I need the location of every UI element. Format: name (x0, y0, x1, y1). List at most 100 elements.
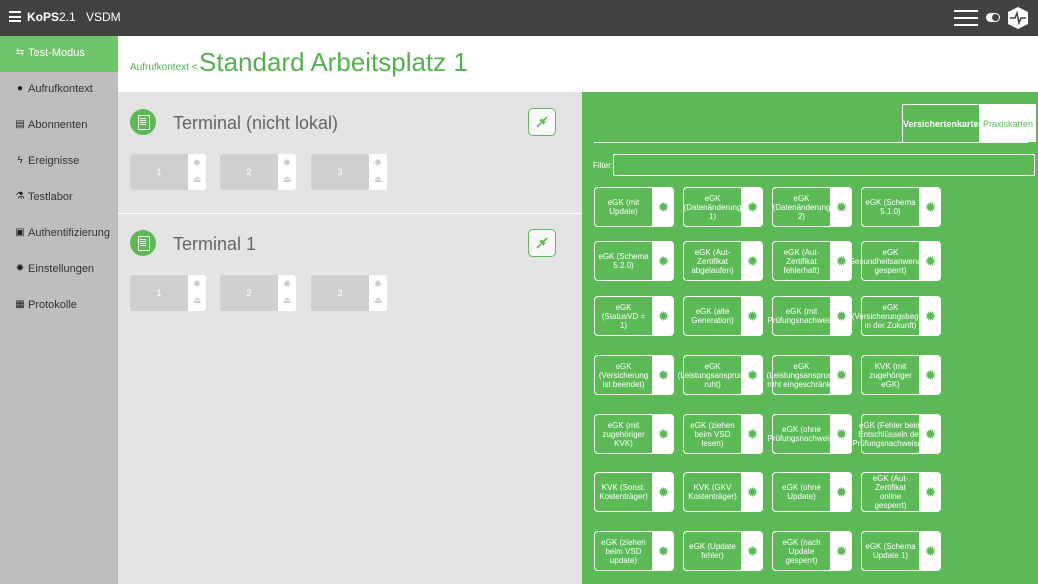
gear-icon[interactable]: ✹ (282, 159, 292, 169)
gear-icon[interactable]: ✹ (653, 414, 674, 454)
gear-icon[interactable]: ✹ (653, 472, 674, 512)
menu-icon[interactable] (9, 11, 21, 22)
app-version: 2.1 (59, 10, 76, 24)
card-item[interactable]: eGK (Datenänderung 2) ✹ (772, 187, 852, 227)
gear-icon[interactable]: ✹ (742, 241, 763, 281)
tab-versichertenkarten[interactable]: Versichertenkarten (902, 104, 984, 142)
card-label: eGK (ziehen beim VSD update) (594, 531, 653, 571)
terminal-icon (130, 230, 156, 256)
eject-icon[interactable]: ⏏ (373, 295, 383, 305)
connect-plug-button[interactable] (528, 108, 556, 136)
gear-icon[interactable]: ✹ (920, 187, 941, 227)
gear-icon[interactable]: ✹ (920, 414, 941, 454)
card-item[interactable]: eGK (Leistungsanspruch ruht) ✹ (678, 355, 763, 395)
gear-icon[interactable]: ✹ (742, 187, 763, 227)
slot-number: 1 (130, 275, 188, 311)
card-item[interactable]: eGK (ziehen beim VSD update) ✹ (594, 531, 674, 571)
gear-icon[interactable]: ✹ (192, 280, 202, 290)
gear-icon[interactable]: ✹ (653, 241, 674, 281)
card-slot[interactable]: 3 ✹ ⏏ (311, 275, 387, 311)
sidebar-item-authentifizierung[interactable]: ▣ Authentifizierung (0, 216, 118, 252)
gear-icon[interactable]: ✹ (742, 531, 763, 571)
card-item[interactable]: eGK (Leistungsanspruch ruht eingeschränk… (767, 355, 852, 395)
card-item[interactable]: eGK (Schema Update 1) ✹ (861, 531, 941, 571)
sidebar-item-abonnenten[interactable]: ▤ Abonnenten (0, 108, 118, 144)
card-slot[interactable]: 1 ✹ ⏏ (130, 275, 206, 311)
card-item[interactable]: eGK (nach Update gesperrt) ✹ (772, 531, 852, 571)
gear-icon[interactable]: ✹ (373, 280, 383, 290)
gear-icon[interactable]: ✹ (192, 159, 202, 169)
gear-icon[interactable]: ✹ (831, 472, 852, 512)
card-item[interactable]: eGK (Versicherung ist beendet) ✹ (594, 355, 674, 395)
gear-icon[interactable]: ✹ (653, 296, 674, 336)
filter-input[interactable] (613, 154, 1035, 176)
gear-icon[interactable]: ✹ (920, 531, 941, 571)
card-slot[interactable]: 2 ✹ ⏏ (220, 154, 296, 190)
card-label: eGK (nach Update gesperrt) (772, 531, 831, 571)
card-item[interactable]: eGK (Schema 5.2.0) ✹ (594, 241, 674, 281)
gear-icon[interactable]: ✹ (282, 280, 292, 290)
card-item[interactable]: eGK (Fehler beim Entschlüsseln des Prüfu… (852, 414, 941, 454)
gear-icon[interactable]: ✹ (831, 531, 852, 571)
card-slot[interactable]: 3 ✹ ⏏ (311, 154, 387, 190)
card-item[interactable]: KVK (Sonst. Kostenträger) ✹ (594, 472, 674, 512)
gear-icon[interactable]: ✹ (831, 296, 852, 336)
gear-icon[interactable]: ✹ (742, 472, 763, 512)
heartbeat-logo-icon[interactable] (1006, 6, 1030, 30)
card-item[interactable]: eGK (Schema 5.1.0) ✹ (861, 187, 941, 227)
card-item[interactable]: eGK (ohne Update) ✹ (772, 472, 852, 512)
sidebar-item-test-modus[interactable]: ⇆ Test-Modus (0, 36, 118, 72)
gear-icon[interactable]: ✹ (742, 414, 763, 454)
gear-icon[interactable]: ✹ (920, 472, 941, 512)
gear-icon[interactable]: ✹ (653, 531, 674, 571)
card-item[interactable]: eGK (mit Update) ✹ (594, 187, 674, 227)
sidebar-item-testlabor[interactable]: ⚗ Testlabor (0, 180, 118, 216)
card-label: eGK (ziehen beim VSD lesen) (683, 414, 742, 454)
card-item[interactable]: eGK (Datenänderung 1) ✹ (683, 187, 763, 227)
gear-icon[interactable]: ✹ (653, 187, 674, 227)
eject-icon[interactable]: ⏏ (373, 174, 383, 184)
gear-icon[interactable]: ✹ (920, 355, 941, 395)
gear-icon[interactable]: ✹ (831, 414, 852, 454)
card-label: eGK (Aut-Zertifikat fehlerhaft) (772, 241, 831, 281)
auth-icon: ▣ (15, 227, 25, 238)
card-item[interactable]: eGK (ohne Prüfungsnachweis) ✹ (767, 414, 852, 454)
card-slot[interactable]: 1 ✹ ⏏ (130, 154, 206, 190)
gear-icon[interactable]: ✹ (831, 187, 852, 227)
card-item[interactable]: eGK (Aut-Zertifikat fehlerhaft) ✹ (772, 241, 852, 281)
connect-plug-button[interactable] (528, 229, 556, 257)
card-item[interactable]: eGK (Gesundheitsanwendung gesperrt) ✹ (846, 241, 941, 281)
card-item[interactable]: eGK (mit Prüfungsnachweis) ✹ (767, 296, 852, 336)
gear-icon[interactable]: ✹ (831, 355, 852, 395)
card-item[interactable]: eGK (Versicherungsbeginn in der Zukunft)… (852, 296, 941, 336)
card-item[interactable]: eGK (ziehen beim VSD lesen) ✹ (683, 414, 763, 454)
eject-icon[interactable]: ⏏ (192, 295, 202, 305)
eject-icon[interactable]: ⏏ (282, 174, 292, 184)
eject-icon[interactable]: ⏏ (192, 174, 202, 184)
gear-icon[interactable]: ✹ (373, 159, 383, 169)
gear-icon[interactable]: ✹ (653, 355, 674, 395)
sidebar-item-protokolle[interactable]: ▦ Protokolle (0, 288, 118, 324)
list-view-icon[interactable] (954, 8, 978, 28)
eject-icon[interactable]: ⏏ (282, 295, 292, 305)
card-item[interactable]: eGK (StatusVD = 1) ✹ (594, 296, 674, 336)
card-item[interactable]: eGK (alte Generation) ✹ (683, 296, 763, 336)
gear-icon[interactable]: ✹ (920, 241, 941, 281)
gear-icon[interactable]: ✹ (920, 296, 941, 336)
card-item[interactable]: eGK (Aut-Zertifikat abgelaufen) ✹ (683, 241, 763, 281)
sidebar-item-einstellungen[interactable]: ✹ Einstellungen (0, 252, 118, 288)
sidebar-item-ereignisse[interactable]: ϟ Ereignisse (0, 144, 118, 180)
tab-praxiskarten[interactable]: Praxiskarten (980, 104, 1036, 142)
sidebar-item-aufrufkontext[interactable]: ● Aufrufkontext (0, 72, 118, 108)
gear-icon[interactable]: ✹ (742, 355, 763, 395)
card-item[interactable]: KVK (mit zugehöriger eGK) ✹ (861, 355, 941, 395)
card-label: eGK (Datenänderung 1) (683, 187, 742, 227)
slot-number: 2 (220, 275, 278, 311)
card-item[interactable]: KVK (GKV Kostenträger) ✹ (683, 472, 763, 512)
card-item[interactable]: eGK (mit zugehöriger KVK) ✹ (594, 414, 674, 454)
card-slot[interactable]: 2 ✹ ⏏ (220, 275, 296, 311)
gear-icon[interactable]: ✹ (742, 296, 763, 336)
card-item[interactable]: eGK (Aut-Zertifikat online gesperrt) ✹ (861, 472, 941, 512)
toggle-icon[interactable] (986, 13, 1000, 22)
card-item[interactable]: eGK (Update fehler) ✹ (683, 531, 763, 571)
